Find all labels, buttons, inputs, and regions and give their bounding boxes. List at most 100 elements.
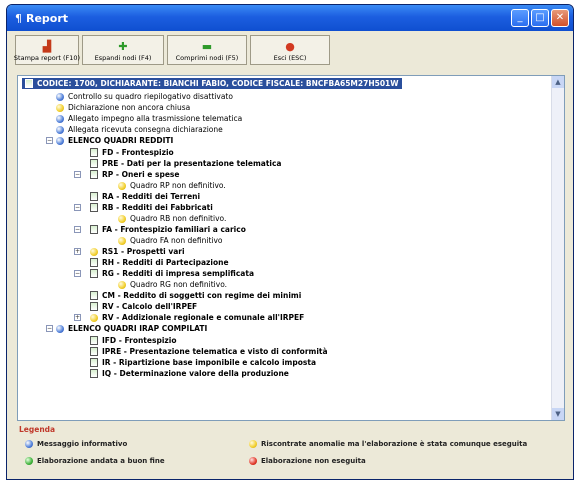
tree-item-label: Controllo su quadro riepilogativo disatt… bbox=[68, 92, 233, 101]
document-icon bbox=[90, 336, 98, 345]
legend-info: Messaggio informativo bbox=[25, 440, 127, 448]
print-icon: ▟ bbox=[42, 40, 52, 53]
collapse-toggle[interactable]: − bbox=[74, 226, 81, 233]
document-icon bbox=[90, 269, 98, 278]
exit-button[interactable]: ● Esci (ESC) bbox=[250, 35, 330, 65]
tree-item-label: Quadro RB non definitivo. bbox=[130, 214, 227, 223]
expand-toggle[interactable]: + bbox=[74, 248, 81, 255]
info-icon bbox=[56, 125, 64, 134]
tree-item-label: FD - Frontespizio bbox=[102, 148, 174, 157]
tree-warning-item[interactable]: Quadro FA non definitivo bbox=[118, 235, 223, 246]
tree-item[interactable]: CM - Reddito di soggetti con regime dei … bbox=[90, 290, 301, 301]
tree-item-label: IFD - Frontespizio bbox=[102, 336, 177, 345]
tree-item-label: IQ - Determinazione valore della produzi… bbox=[102, 369, 289, 378]
tree-message-item[interactable]: Controllo su quadro riepilogativo disatt… bbox=[56, 91, 233, 102]
warning-icon bbox=[249, 440, 257, 448]
title-bar: ¶ Report _ □ ✕ bbox=[7, 5, 573, 31]
tree-item[interactable]: RG - Redditi di impresa semplificata bbox=[90, 268, 254, 279]
scroll-down-arrow-icon[interactable]: ▼ bbox=[552, 408, 564, 420]
legend-error-label: Elaborazione non eseguita bbox=[261, 457, 366, 465]
collapse-toggle[interactable]: − bbox=[74, 270, 81, 277]
tree-section-irap[interactable]: ELENCO QUADRI IRAP COMPILATI bbox=[56, 323, 207, 334]
tree-item[interactable]: RA - Redditi dei Terreni bbox=[90, 191, 200, 202]
tree-item-label: Allegato impegno alla trasmissione telem… bbox=[68, 114, 243, 123]
expand-nodes-label: Espandi nodi (F4) bbox=[94, 54, 152, 62]
tree-item-label: RP - Oneri e spese bbox=[102, 170, 180, 179]
tree-item-label: RV - Addizionale regionale e comunale al… bbox=[102, 313, 305, 322]
tree-item-label: RV - Calcolo dell'IRPEF bbox=[102, 302, 198, 311]
tree-item[interactable]: IPRE - Presentazione telematica e visto … bbox=[90, 346, 328, 357]
tree-item-label: Quadro FA non definitivo bbox=[130, 236, 223, 245]
collapse-nodes-label: Comprimi nodi (F5) bbox=[175, 54, 239, 62]
tree-item[interactable]: IFD - Frontespizio bbox=[90, 335, 176, 346]
tree-section-redditi[interactable]: ELENCO QUADRI REDDITI bbox=[56, 135, 173, 146]
tree-header-label: CODICE: 1700, DICHIARANTE: BIANCHI FABIO… bbox=[37, 79, 399, 88]
legend-warning-label: Riscontrate anomalie ma l'elaborazione è… bbox=[261, 440, 528, 448]
tree-item[interactable]: PRE - Dati per la presentazione telemati… bbox=[90, 158, 281, 169]
tree-message-item[interactable]: Allegata ricevuta consegna dichiarazione bbox=[56, 124, 223, 135]
document-icon bbox=[90, 203, 98, 212]
tree-item[interactable]: RS1 - Prospetti vari bbox=[90, 246, 185, 257]
legend-ok-label: Elaborazione andata a buon fine bbox=[37, 457, 165, 465]
tree-item-label: Quadro RG non definitivo. bbox=[130, 280, 228, 289]
tree-header-row[interactable]: CODICE: 1700, DICHIARANTE: BIANCHI FABIO… bbox=[22, 78, 402, 89]
close-button[interactable]: ✕ bbox=[551, 9, 569, 27]
document-icon bbox=[90, 358, 98, 367]
collapse-toggle[interactable]: − bbox=[74, 204, 81, 211]
report-tree[interactable]: CODICE: 1700, DICHIARANTE: BIANCHI FABIO… bbox=[17, 75, 565, 421]
print-report-label: Stampa report (F10) bbox=[13, 54, 81, 62]
collapse-nodes-button[interactable]: ▬ Comprimi nodi (F5) bbox=[167, 35, 247, 65]
error-icon bbox=[249, 457, 257, 465]
tree-item[interactable]: RH - Redditi di Partecipazione bbox=[90, 257, 229, 268]
document-icon bbox=[90, 225, 98, 234]
report-window-icon: ¶ bbox=[15, 11, 22, 25]
legend-ok: Elaborazione andata a buon fine bbox=[25, 457, 165, 465]
tree-item[interactable]: RP - Oneri e spese bbox=[90, 169, 179, 180]
document-icon bbox=[90, 159, 98, 168]
info-icon bbox=[56, 92, 64, 101]
warning-icon bbox=[118, 214, 126, 223]
exit-label: Esci (ESC) bbox=[273, 54, 307, 62]
success-icon bbox=[25, 457, 33, 465]
tree-item-label: RH - Redditi di Partecipazione bbox=[102, 258, 229, 267]
tree-warning-item[interactable]: Quadro RP non definitivo. bbox=[118, 180, 226, 191]
collapse-toggle[interactable]: − bbox=[46, 137, 53, 144]
tree-warning-item[interactable]: Quadro RB non definitivo. bbox=[118, 213, 226, 224]
scroll-up-arrow-icon[interactable]: ▲ bbox=[552, 76, 564, 88]
tree-item[interactable]: RV - Addizionale regionale e comunale al… bbox=[90, 312, 304, 323]
expand-nodes-button[interactable]: ✚ Espandi nodi (F4) bbox=[82, 35, 164, 65]
exit-icon: ● bbox=[285, 40, 295, 53]
info-icon bbox=[56, 114, 64, 123]
tree-item[interactable]: IR - Ripartizione base imponibile e calc… bbox=[90, 357, 316, 368]
tree-item[interactable]: RB - Redditi dei Fabbricati bbox=[90, 202, 213, 213]
document-icon bbox=[90, 369, 98, 378]
collapse-toggle[interactable]: − bbox=[74, 171, 81, 178]
tree-item[interactable]: RV - Calcolo dell'IRPEF bbox=[90, 301, 197, 312]
warning-icon bbox=[118, 236, 126, 245]
tree-item-label: Allegata ricevuta consegna dichiarazione bbox=[68, 125, 223, 134]
tree-item[interactable]: FD - Frontespizio bbox=[90, 147, 174, 158]
document-icon bbox=[90, 170, 98, 179]
legend-warning: Riscontrate anomalie ma l'elaborazione è… bbox=[249, 440, 527, 448]
expand-toggle[interactable]: + bbox=[74, 314, 81, 321]
tree-message-item[interactable]: Dichiarazione non ancora chiusa bbox=[56, 102, 190, 113]
legend-info-label: Messaggio informativo bbox=[37, 440, 128, 448]
print-report-button[interactable]: ▟ Stampa report (F10) bbox=[13, 35, 81, 65]
tree-message-item[interactable]: Allegato impegno alla trasmissione telem… bbox=[56, 113, 242, 124]
vertical-scrollbar[interactable]: ▲ ▼ bbox=[551, 76, 564, 420]
document-icon bbox=[90, 148, 98, 157]
minimize-button[interactable]: _ bbox=[511, 9, 529, 27]
maximize-button[interactable]: □ bbox=[531, 9, 549, 27]
info-icon bbox=[56, 136, 64, 145]
document-icon bbox=[90, 291, 98, 300]
tree-item-label: PRE - Dati per la presentazione telemati… bbox=[102, 159, 282, 168]
tree-item[interactable]: FA - Frontespizio familiari a carico bbox=[90, 224, 246, 235]
warning-icon bbox=[90, 313, 98, 322]
tree-item-label: RB - Redditi dei Fabbricati bbox=[102, 203, 213, 212]
tree-warning-item[interactable]: Quadro RG non definitivo. bbox=[118, 279, 227, 290]
collapse-toggle[interactable]: − bbox=[46, 325, 53, 332]
window-title: Report bbox=[26, 11, 69, 25]
legend-panel: Legenda Messaggio informativo Elaborazio… bbox=[17, 425, 565, 473]
tree-item[interactable]: IQ - Determinazione valore della produzi… bbox=[90, 368, 289, 379]
tree-item-label: IPRE - Presentazione telematica e visto … bbox=[102, 347, 328, 356]
